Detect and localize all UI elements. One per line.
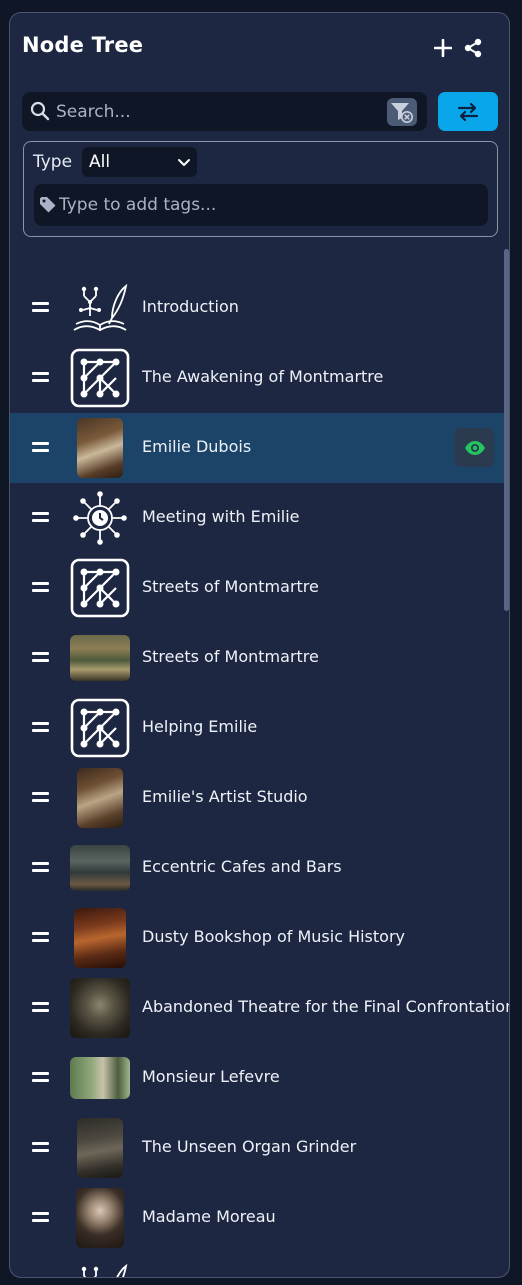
filter-clear-button[interactable] [387,98,417,126]
share-button[interactable] [460,35,486,61]
chevron-down-icon [178,159,190,166]
list-item[interactable]: Meeting with Emilie [10,483,509,553]
add-node-button[interactable] [430,35,456,61]
drag-handle-icon[interactable] [32,372,49,384]
node-label: Emilie Dubois [142,437,252,456]
list-item-selected[interactable]: Emilie Dubois [10,413,509,483]
studio-painting-image [70,768,130,828]
node-label: The Unseen Organ Grinder [142,1137,357,1156]
list-item[interactable] [10,1253,509,1277]
share-nodes-icon [464,38,482,58]
drag-handle-icon[interactable] [32,512,49,524]
list-item[interactable]: Streets of Montmartre [10,553,509,623]
magnifier-icon [30,101,50,121]
node-label: The Awakening of Montmartre [142,367,384,386]
type-select[interactable]: All [82,147,197,177]
list-item[interactable]: Eccentric Cafes and Bars [10,833,509,903]
node-label: Introduction [142,297,239,316]
node-label: Dusty Bookshop of Music History [142,927,405,946]
node-label: Streets of Montmartre [142,647,319,666]
search-input[interactable] [56,92,376,131]
graph-network-icon [70,558,130,618]
node-label: Monsieur Lefevre [142,1067,280,1086]
book-quill-icon [70,1258,130,1277]
list-item[interactable]: Emilie's Artist Studio [10,763,509,833]
eye-icon [464,440,485,455]
drag-handle-icon[interactable] [32,722,49,734]
drag-handle-icon[interactable] [32,302,49,314]
type-select-value: All [89,152,111,172]
search-bar [22,92,427,131]
plus-icon [434,39,452,57]
tags-input[interactable] [59,184,479,226]
swap-view-button[interactable] [438,92,498,131]
book-quill-icon [70,278,130,338]
node-label: Emilie's Artist Studio [142,787,308,806]
list-item[interactable]: Monsieur Lefevre [10,1043,509,1113]
bookshop-painting-image [70,908,130,968]
panel-title: Node Tree [22,33,144,57]
list-item[interactable]: Helping Emilie [10,693,509,763]
drag-handle-icon[interactable] [32,792,49,804]
filter-box: Type All [23,141,498,237]
cafe-painting-image [70,838,130,898]
drag-handle-icon[interactable] [32,652,49,664]
list-item[interactable]: Introduction [10,273,509,343]
scrollbar-thumb[interactable] [504,249,509,611]
drag-handle-icon[interactable] [32,442,49,454]
node-tree-panel: Node Tree Search... Type All Type to add… [9,12,510,1278]
list-item[interactable]: The Awakening of Montmartre [10,343,509,413]
drag-handle-icon[interactable] [32,1002,49,1014]
filter-clear-icon [391,103,413,123]
panel-header: Node Tree [22,31,497,65]
gentleman-painting-image [70,1048,130,1108]
node-label: Meeting with Emilie [142,507,300,526]
drag-handle-icon[interactable] [32,1212,49,1224]
node-list: Introduction The Awakening of Montmartre… [10,273,510,1277]
swap-arrows-icon [457,102,479,121]
node-label: Madame Moreau [142,1207,276,1226]
theatre-painting-image [70,978,130,1038]
node-label: Eccentric Cafes and Bars [142,857,342,876]
madame-painting-image [70,1188,130,1248]
street-painting-image [70,628,130,688]
drag-handle-icon[interactable] [32,1072,49,1084]
clock-network-icon [70,488,130,548]
visibility-toggle-button[interactable] [455,428,494,467]
drag-handle-icon[interactable] [32,932,49,944]
list-item[interactable]: Streets of Montmartre [10,623,509,693]
tag-icon [40,197,56,213]
node-label: Abandoned Theatre for the Final Confront… [142,997,510,1016]
list-item[interactable]: Abandoned Theatre for the Final Confront… [10,973,510,1043]
graph-network-icon [70,698,130,758]
list-item[interactable]: Dusty Bookshop of Music History [10,903,509,973]
node-label: Helping Emilie [142,717,258,736]
type-label: Type [33,152,73,172]
tags-field [34,184,488,226]
list-item[interactable]: Madame Moreau [10,1183,509,1253]
node-label: Streets of Montmartre [142,577,319,596]
drag-handle-icon[interactable] [32,862,49,874]
drag-handle-icon[interactable] [32,582,49,594]
list-item[interactable]: The Unseen Organ Grinder [10,1113,509,1183]
portrait-painting-image [70,418,130,478]
organ-grinder-painting-image [70,1118,130,1178]
graph-network-icon [70,348,130,408]
drag-handle-icon[interactable] [32,1142,49,1154]
